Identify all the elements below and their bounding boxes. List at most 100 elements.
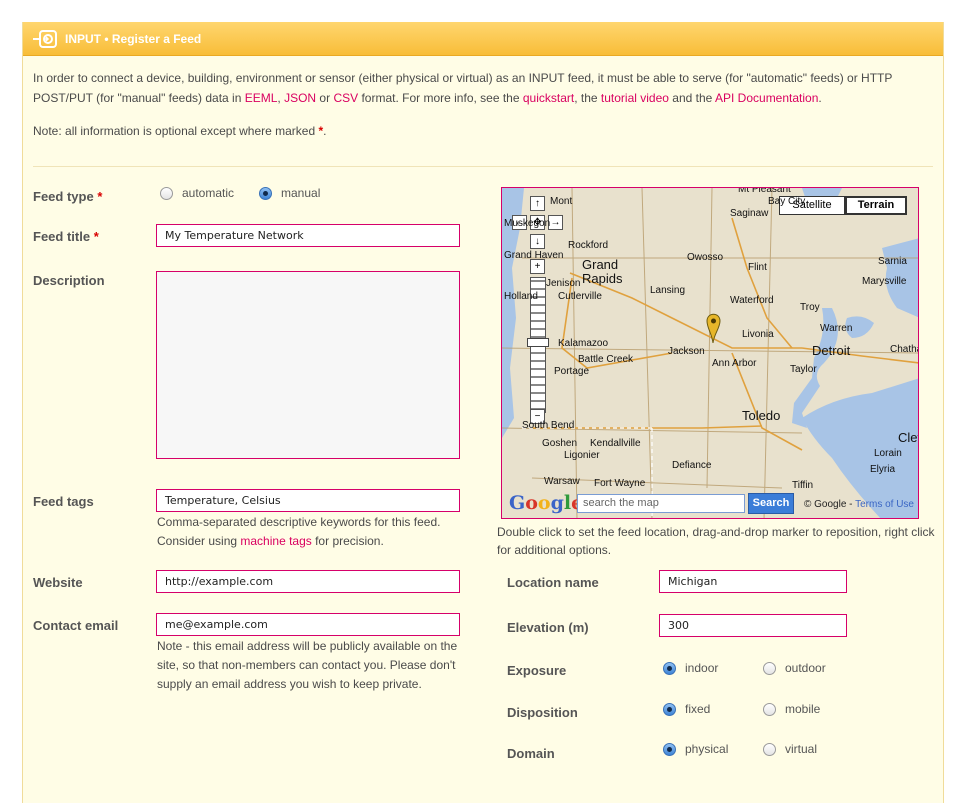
exposure-indoor-radio[interactable]: indoor: [663, 661, 718, 675]
radio-circle[interactable]: [763, 661, 776, 675]
intro-sep: , the: [574, 91, 601, 105]
map-city-label: Mt Pleasant: [738, 187, 791, 195]
copyright-text: © Google -: [803, 499, 856, 510]
map-city-label: Jackson: [668, 346, 705, 357]
location-name-label: Location name: [507, 575, 599, 590]
radio-circle-selected[interactable]: [663, 742, 676, 756]
feed-title-input[interactable]: My Temperature Network: [156, 224, 460, 247]
map-city-label: Troy: [800, 302, 820, 313]
location-name-input[interactable]: Michigan: [659, 570, 847, 593]
map-city-label: Marysville: [862, 276, 907, 287]
intro-text-part: format. For more info, see the: [358, 91, 523, 105]
zoom-slider-handle[interactable]: [527, 338, 549, 347]
map-city-label: Lorain: [874, 448, 902, 459]
map-terrain-button[interactable]: Terrain: [845, 196, 907, 215]
json-link[interactable]: JSON: [284, 91, 316, 105]
exposure-outdoor-radio[interactable]: outdoor: [763, 661, 826, 675]
quickstart-link[interactable]: quickstart: [523, 91, 574, 105]
feed-tags-input[interactable]: Temperature, Celsius: [156, 489, 460, 512]
map-city-label: Ligonier: [564, 450, 600, 461]
map-city-label: Ann Arbor: [712, 358, 757, 369]
zoom-in-icon[interactable]: +: [530, 259, 545, 274]
radio-circle-selected[interactable]: [259, 186, 272, 200]
csv-link[interactable]: CSV: [333, 91, 358, 105]
map-city-label: Kalamazoo: [558, 338, 609, 349]
description-textarea[interactable]: [156, 271, 460, 459]
map-city-label: Muskegon: [504, 218, 551, 229]
exposure-label: Exposure: [507, 663, 567, 678]
feed-title-label-text: Feed title: [33, 229, 91, 244]
map-search-button[interactable]: Search: [748, 493, 794, 514]
required-star: *: [97, 189, 103, 204]
elevation-input[interactable]: 300: [659, 614, 847, 637]
map-search-input[interactable]: search the map: [577, 494, 745, 513]
pan-up-icon[interactable]: ↑: [530, 196, 545, 211]
radio-circle-selected[interactable]: [663, 702, 676, 716]
radio-label: virtual: [785, 742, 818, 756]
eeml-link[interactable]: EEML: [245, 91, 278, 105]
radio-circle-selected[interactable]: [663, 661, 676, 675]
radio-circle[interactable]: [160, 186, 173, 200]
location-map[interactable]: Satellite Terrain ↑ ← ✥ → ↓ + − Mt Pleas…: [501, 187, 919, 519]
feed-tags-help: Comma-separated descriptive keywords for…: [157, 513, 467, 551]
map-city-label: Warsaw: [544, 476, 580, 487]
tutorial-video-link[interactable]: tutorial video: [601, 91, 669, 105]
radio-circle[interactable]: [763, 742, 776, 756]
map-city-label: Waterford: [730, 295, 774, 306]
contact-email-label: Contact email: [33, 618, 119, 633]
map-city-label: South Bend: [522, 420, 575, 431]
map-city-label: Portage: [554, 366, 590, 377]
map-city-label: Rockford: [568, 240, 609, 251]
map-search-bar: Google search the map Search © Google - …: [502, 490, 918, 518]
register-feed-panel: INPUT • Register a Feed In order to conn…: [22, 22, 944, 803]
contact-email-help: Note - this email address will be public…: [157, 639, 458, 691]
pan-right-icon[interactable]: →: [548, 215, 563, 230]
radio-circle[interactable]: [763, 702, 776, 716]
intro-text: In order to connect a device, building, …: [33, 68, 933, 108]
terms-of-use-link[interactable]: Terms of Use: [855, 499, 914, 510]
elevation-label: Elevation (m): [507, 620, 589, 635]
feed-type-label: Feed type *: [33, 189, 102, 204]
map-city-label: Livonia: [742, 329, 774, 340]
map-city-label: Owosso: [687, 252, 724, 263]
google-logo-text: Google: [509, 492, 583, 514]
api-documentation-link[interactable]: API Documentation: [715, 91, 818, 105]
radio-label: automatic: [182, 186, 235, 200]
page-title: INPUT • Register a Feed: [65, 32, 202, 46]
website-input[interactable]: http://example.com: [156, 570, 460, 593]
panel-header: INPUT • Register a Feed: [23, 22, 943, 56]
map-city-label: Warren: [820, 323, 853, 334]
intro-sep: .: [818, 91, 822, 105]
map-city-label: Holland: [504, 291, 538, 302]
contact-email-input[interactable]: me@example.com: [156, 613, 460, 636]
map-city-label: Toledo: [742, 408, 781, 423]
map-city-label: Detroit: [812, 343, 851, 358]
radio-label: outdoor: [785, 661, 826, 675]
map-city-label: Kendallville: [590, 438, 641, 449]
google-logo: Google: [509, 492, 583, 514]
domain-physical-radio[interactable]: physical: [663, 742, 728, 756]
map-city-label: Flint: [748, 262, 767, 273]
map-city-label: Chatham: [890, 344, 918, 355]
domain-virtual-radio[interactable]: virtual: [763, 742, 817, 756]
disposition-mobile-radio[interactable]: mobile: [763, 702, 820, 716]
map-hint: Double click to set the feed location, d…: [497, 525, 935, 557]
domain-label: Domain: [507, 746, 555, 761]
website-label: Website: [33, 575, 83, 590]
feed-input-icon: [33, 30, 57, 48]
map-city-label: Lansing: [650, 285, 686, 296]
map-copyright: © Google - Terms of Use: [804, 499, 914, 510]
pan-down-icon[interactable]: ↓: [530, 234, 545, 249]
map-city-label: Sarnia: [878, 256, 907, 267]
feed-type-manual-radio[interactable]: manual: [259, 186, 320, 200]
feed-type-automatic-radio[interactable]: automatic: [160, 186, 234, 200]
divider: [33, 166, 933, 167]
machine-tags-link[interactable]: machine tags: [240, 534, 311, 548]
required-note: Note: all information is optional except…: [33, 124, 327, 138]
radio-label: fixed: [685, 702, 711, 716]
map-city-label: Saginaw: [730, 208, 769, 219]
disposition-fixed-radio[interactable]: fixed: [663, 702, 710, 716]
feed-type-label-text: Feed type: [33, 189, 94, 204]
radio-label: physical: [685, 742, 729, 756]
description-label: Description: [33, 273, 105, 288]
